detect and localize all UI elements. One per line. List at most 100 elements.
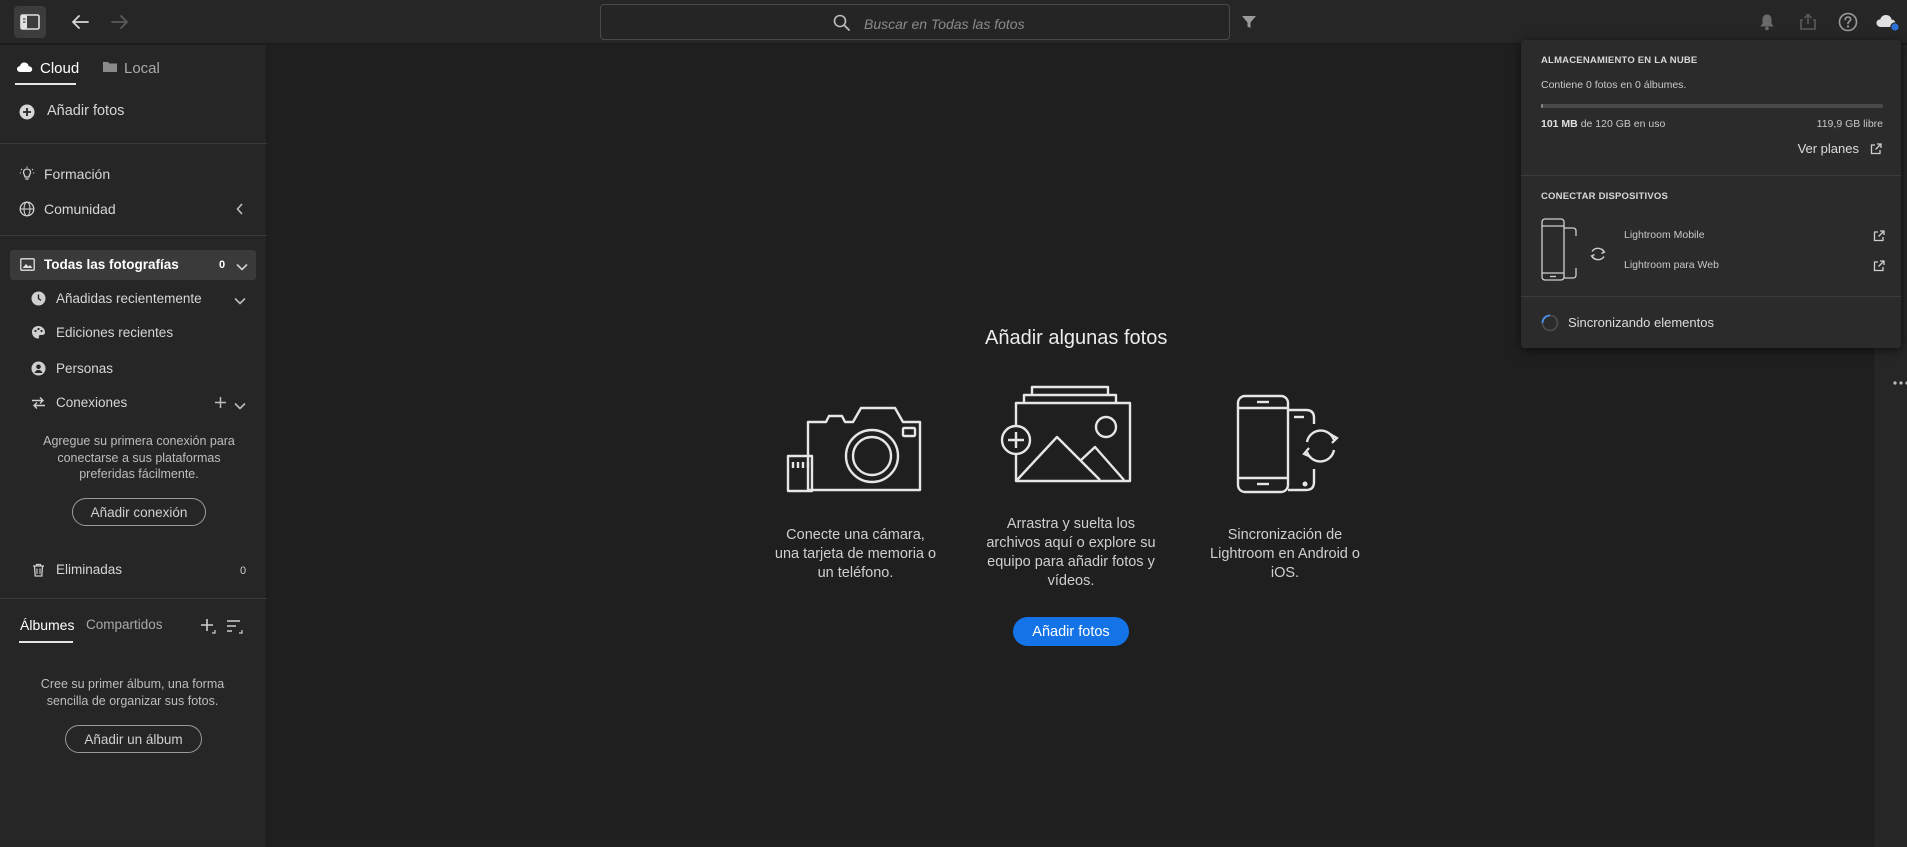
syncing-status-text: Sincronizando elementos xyxy=(1568,315,1714,330)
divider xyxy=(0,143,267,144)
active-tab-indicator xyxy=(19,641,73,643)
panel-toggle-button[interactable] xyxy=(14,6,46,38)
divider xyxy=(1521,296,1901,297)
tab-local-label: Local xyxy=(124,60,160,77)
storage-heading: ALMACENAMIENTO EN LA NUBE xyxy=(1541,55,1698,66)
notifications-button[interactable] xyxy=(1751,6,1783,38)
connections-label: Conexiones xyxy=(56,395,128,410)
share-icon xyxy=(1799,13,1817,31)
divider xyxy=(1521,175,1901,176)
connections-icon xyxy=(31,396,46,410)
sidebar-item-all-photos[interactable]: Todas las fotografías 0 xyxy=(10,250,256,280)
search-input[interactable]: Buscar en Todas las fotos xyxy=(864,16,1025,32)
deleted-label: Eliminadas xyxy=(56,562,123,577)
storage-used-amount: 101 MB xyxy=(1541,118,1578,130)
plus-icon[interactable] xyxy=(214,396,227,412)
syncing-spinner-icon xyxy=(1541,314,1559,337)
community-label: Comunidad xyxy=(44,201,116,217)
divider xyxy=(0,235,267,236)
learn-label: Formación xyxy=(44,166,111,182)
people-label: Personas xyxy=(56,361,114,376)
view-plans-link[interactable]: Ver planes xyxy=(1798,141,1859,156)
cloud-icon xyxy=(1875,12,1901,32)
folder-icon xyxy=(102,60,118,77)
devices-sync-icon xyxy=(1236,394,1346,499)
search-icon xyxy=(833,14,851,37)
more-options-icon[interactable] xyxy=(1893,373,1907,391)
storage-contains-text: Contiene 0 fotos en 0 álbumes. xyxy=(1541,79,1687,91)
sort-icon[interactable] xyxy=(226,618,244,641)
filter-button[interactable] xyxy=(1233,6,1265,38)
forward-button[interactable] xyxy=(104,6,136,38)
add-album-button[interactable]: Añadir un álbum xyxy=(65,725,202,753)
tab-albums[interactable]: Álbumes xyxy=(20,617,74,633)
share-button[interactable] xyxy=(1792,6,1824,38)
help-button[interactable] xyxy=(1832,6,1864,38)
deleted-count: 0 xyxy=(240,565,247,577)
camera-icon xyxy=(786,400,922,499)
left-panel: Cloud Local Añadir fotos Formación Comun… xyxy=(0,45,267,847)
lightroom-mobile-link[interactable]: Lightroom Mobile xyxy=(1624,229,1705,241)
sidebar-item-connections[interactable]: Conexiones xyxy=(0,391,267,415)
tab-shared[interactable]: Compartidos xyxy=(86,617,163,632)
storage-free-text: 119,9 GB libre xyxy=(1816,118,1883,130)
all-photos-count: 0 xyxy=(219,259,226,271)
cloud-storage-popover: ALMACENAMIENTO EN LA NUBE Contiene 0 fot… xyxy=(1521,40,1901,348)
filter-icon xyxy=(1241,14,1257,30)
add-circle-icon xyxy=(19,104,35,120)
cloud-tab-icon xyxy=(16,60,34,77)
all-photos-label: Todas las fotografías xyxy=(44,257,179,272)
search-box[interactable]: Buscar en Todas las fotos xyxy=(600,4,1230,40)
external-link-icon[interactable] xyxy=(1873,259,1885,277)
lightbulb-icon xyxy=(19,166,35,182)
recently-added-label: Añadidas recientemente xyxy=(56,291,202,306)
forward-arrow-icon xyxy=(110,14,130,30)
connections-help-text: Agregue su primera conexión para conecta… xyxy=(43,434,235,481)
devices-heading: CONECTAR DISPOSITIVOS xyxy=(1541,191,1669,202)
add-connection-button[interactable]: Añadir conexión xyxy=(72,498,206,526)
sidebar-item-deleted[interactable]: Eliminadas 0 xyxy=(0,558,267,582)
lightroom-web-link[interactable]: Lightroom para Web xyxy=(1624,259,1719,271)
active-tab-indicator xyxy=(15,83,76,85)
edit-palette-icon xyxy=(31,325,46,340)
recent-edits-label: Ediciones recientes xyxy=(56,325,174,340)
external-link-icon[interactable] xyxy=(1873,229,1885,247)
back-arrow-icon xyxy=(70,14,90,30)
top-bar: Buscar en Todas las fotos xyxy=(0,0,1907,44)
add-album-plus-icon[interactable] xyxy=(200,618,218,641)
sidebar-item-community[interactable]: Comunidad xyxy=(0,197,267,221)
chevron-down-icon[interactable] xyxy=(233,398,247,414)
tab-local[interactable]: Local xyxy=(102,60,160,77)
add-photos-label: Añadir fotos xyxy=(47,103,125,119)
person-icon xyxy=(31,361,46,376)
sync-icon xyxy=(1589,246,1607,267)
add-photos-item[interactable]: Añadir fotos xyxy=(0,99,267,125)
devices-icon xyxy=(1541,218,1577,287)
empty-state-title: Añadir algunas fotos xyxy=(985,327,1168,349)
option-caption-mobile: Sincronización de Lightroom en Android o… xyxy=(1210,527,1360,581)
sidebar-item-recent-edits[interactable]: Ediciones recientes xyxy=(0,321,267,345)
chevron-down-icon[interactable] xyxy=(235,259,249,277)
bell-icon xyxy=(1759,13,1775,31)
source-tabs: Cloud Local xyxy=(0,45,267,93)
cloud-status-button[interactable] xyxy=(1872,6,1904,38)
photos-icon xyxy=(20,258,35,276)
chevron-left-icon[interactable] xyxy=(235,202,245,219)
help-icon xyxy=(1838,12,1858,32)
sidebar-item-people[interactable]: Personas xyxy=(0,357,267,381)
divider xyxy=(0,598,267,599)
sidebar-item-learn[interactable]: Formación xyxy=(0,162,267,186)
tab-cloud[interactable]: Cloud xyxy=(16,60,79,77)
option-caption-files: Arrastra y suelta los archivos aquí o ex… xyxy=(986,516,1156,589)
storage-used-text: 101 MB de 120 GB en uso xyxy=(1541,118,1665,130)
back-button[interactable] xyxy=(64,6,96,38)
external-link-icon[interactable] xyxy=(1870,142,1882,160)
add-photos-button[interactable]: Añadir fotos xyxy=(1013,617,1129,646)
albums-help-text: Cree su primer álbum, una forma sencilla… xyxy=(40,677,225,708)
tab-cloud-label: Cloud xyxy=(40,60,80,77)
chevron-down-icon[interactable] xyxy=(233,293,247,309)
option-caption-camera: Conecte una cámara, una tarjeta de memor… xyxy=(774,527,937,581)
sidebar-item-recently-added[interactable]: Añadidas recientemente xyxy=(0,287,267,311)
panel-toggle-icon xyxy=(20,14,40,30)
storage-usage-bar xyxy=(1541,104,1883,108)
